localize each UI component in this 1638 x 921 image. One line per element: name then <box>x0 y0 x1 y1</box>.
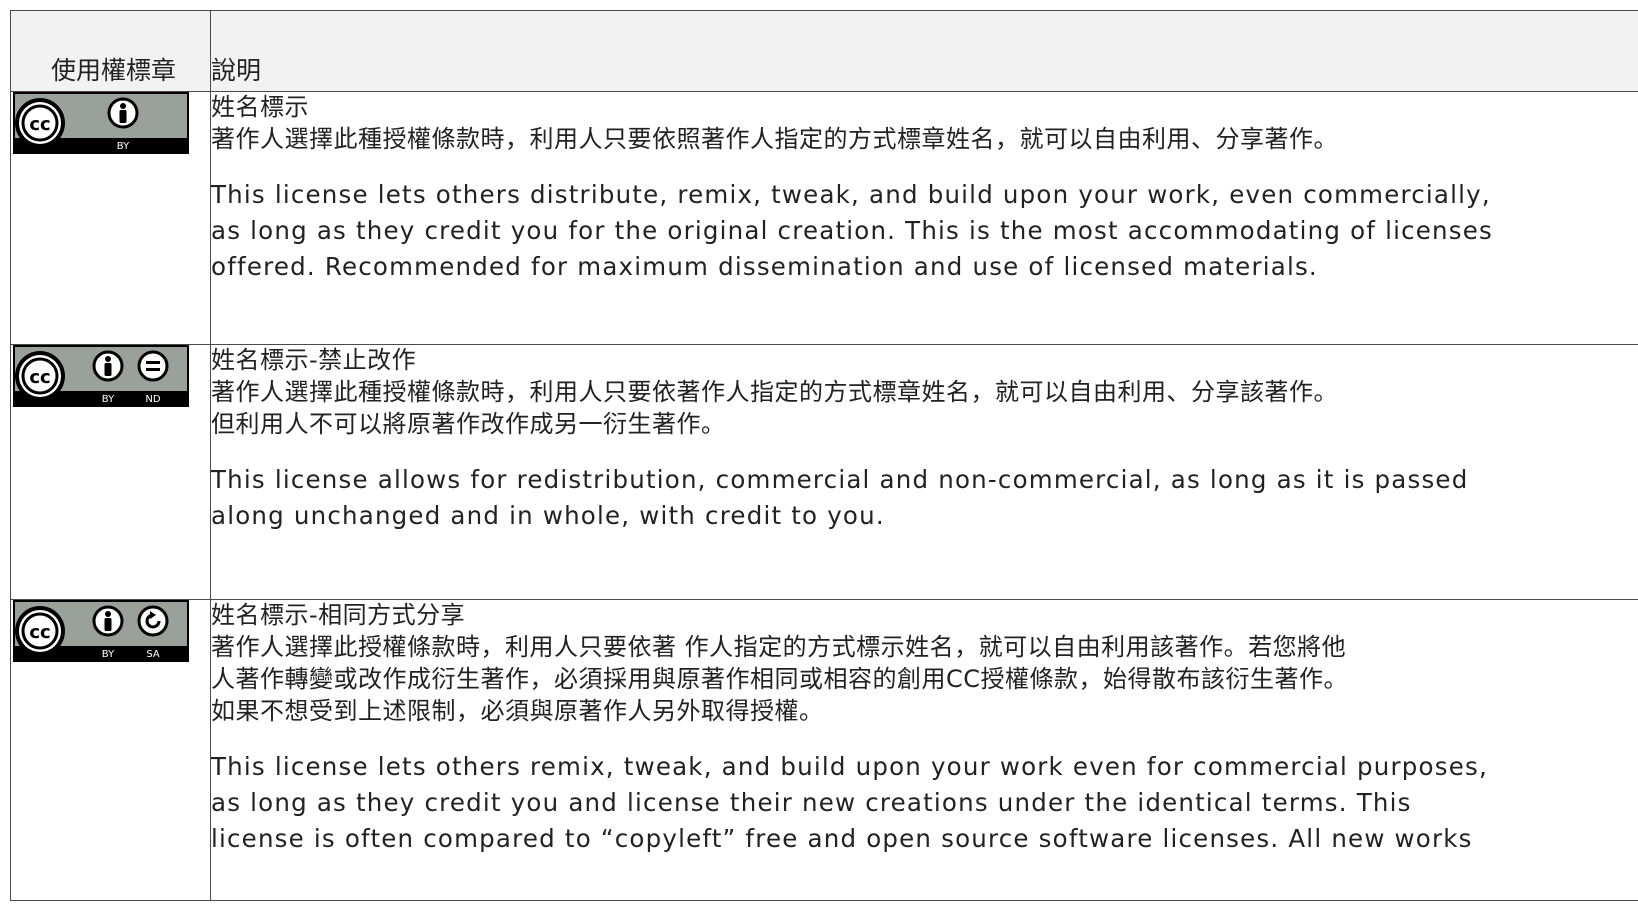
cc-by-sa-badge[interactable]: cc BY SA <box>13 600 189 662</box>
license-table: 使用權標章 說明 cc BY 姓名標示 著作人選擇此種授權條款時，利用人只要依照… <box>10 10 1638 901</box>
badge-label-by: BY <box>117 141 130 152</box>
table-header-row: 使用權標章 說明 <box>10 10 1638 92</box>
badge-label-nd: ND <box>145 394 160 405</box>
license-description-zh: 著作人選擇此授權條款時，利用人只要依著 作人指定的方式標示姓名，就可以自由利用該… <box>211 633 1349 725</box>
sa-icon <box>137 605 169 637</box>
cc-icon: cc <box>15 98 65 148</box>
description-cell: 姓名標示-禁止改作 著作人選擇此種授權條款時，利用人只要依著作人指定的方式標章姓… <box>210 344 1638 600</box>
license-description-en: This license allows for redistribution, … <box>211 465 1469 530</box>
table-row-license-by: cc BY 姓名標示 著作人選擇此種授權條款時，利用人只要依照著作人指定的方式標… <box>10 91 1638 345</box>
license-description-en: This license lets others remix, tweak, a… <box>211 752 1488 853</box>
svg-text:cc: cc <box>29 114 50 135</box>
nd-icon <box>137 350 169 382</box>
cc-icon: cc <box>15 606 65 656</box>
table-row-license-by-nd: cc BY ND 姓名標示-禁止改作 著作人選擇此種授權條款時，利用人只要依著作… <box>10 344 1638 600</box>
badge-cell: cc BY <box>10 91 211 345</box>
description-cell: 姓名標示 著作人選擇此種授權條款時，利用人只要依照著作人指定的方式標章姓名，就可… <box>210 91 1638 345</box>
license-title: 姓名標示 <box>211 93 309 121</box>
badge-cell: cc BY ND <box>10 344 211 600</box>
badge-label-sa: SA <box>146 649 160 660</box>
by-icon <box>92 605 124 637</box>
svg-text:cc: cc <box>29 622 50 643</box>
license-description-en: This license lets others distribute, rem… <box>211 180 1493 281</box>
license-description-zh: 著作人選擇此種授權條款時，利用人只要依照著作人指定的方式標章姓名，就可以自由利用… <box>211 125 1338 153</box>
svg-text:cc: cc <box>29 367 50 388</box>
cc-by-badge[interactable]: cc BY <box>13 92 189 154</box>
license-description-zh: 著作人選擇此種授權條款時，利用人只要依著作人指定的方式標章姓名，就可以自由利用、… <box>211 378 1338 438</box>
header-badge-column: 使用權標章 <box>10 10 211 92</box>
badge-label-by: BY <box>102 394 115 405</box>
by-icon <box>107 97 139 129</box>
table-row-license-by-sa: cc BY SA 姓名標示-相同方式分享 著作人選擇此授權條款時，利用人只要依著… <box>10 599 1638 901</box>
by-icon <box>92 350 124 382</box>
license-title: 姓名標示-相同方式分享 <box>211 601 466 629</box>
cc-icon: cc <box>15 351 65 401</box>
badge-label-by: BY <box>102 649 115 660</box>
cc-by-nd-badge[interactable]: cc BY ND <box>13 345 189 407</box>
header-description-column: 說明 <box>210 10 1638 92</box>
description-cell: 姓名標示-相同方式分享 著作人選擇此授權條款時，利用人只要依著 作人指定的方式標… <box>210 599 1638 901</box>
badge-cell: cc BY SA <box>10 599 211 901</box>
license-title: 姓名標示-禁止改作 <box>211 346 417 374</box>
